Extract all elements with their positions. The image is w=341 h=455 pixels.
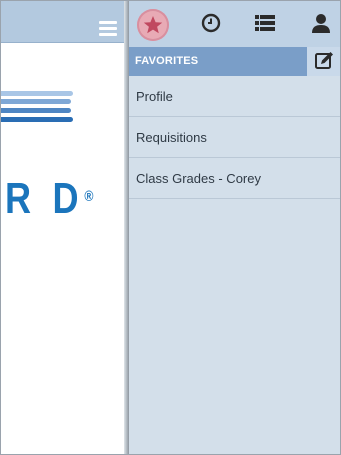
favorites-tab-button[interactable] bbox=[137, 9, 169, 41]
edit-icon bbox=[315, 52, 333, 69]
logo-text: R D® bbox=[5, 174, 94, 223]
list-tab-button[interactable] bbox=[253, 11, 277, 35]
favorites-title: FAVORITES bbox=[135, 55, 199, 67]
clock-icon bbox=[201, 13, 221, 33]
panel-header bbox=[129, 1, 340, 47]
user-tab-button[interactable] bbox=[309, 11, 333, 35]
star-icon bbox=[143, 16, 163, 34]
list-icon bbox=[255, 15, 275, 31]
recent-tab-button[interactable] bbox=[199, 11, 223, 35]
registered-mark: ® bbox=[84, 188, 94, 205]
favorites-section-header: FAVORITES bbox=[129, 47, 340, 76]
favorite-item-label: Profile bbox=[136, 89, 173, 104]
favorite-item-profile[interactable]: Profile bbox=[129, 76, 340, 117]
background-page: R D® bbox=[1, 1, 127, 454]
user-icon bbox=[312, 14, 330, 33]
top-bar bbox=[1, 1, 127, 43]
favorite-item-requisitions[interactable]: Requisitions bbox=[129, 117, 340, 158]
logo-stripes bbox=[1, 91, 73, 127]
favorite-item-class-grades[interactable]: Class Grades - Corey bbox=[129, 158, 340, 199]
favorites-panel: FAVORITES Profile Requisitions Class Gra… bbox=[129, 1, 340, 454]
app-frame: R D® FAVORITES Profile Requisitions Clas… bbox=[0, 0, 341, 455]
edit-favorites-button[interactable] bbox=[306, 47, 340, 76]
favorite-item-label: Requisitions bbox=[136, 130, 207, 145]
hamburger-menu-icon[interactable] bbox=[99, 21, 117, 36]
favorites-list: Profile Requisitions Class Grades - Core… bbox=[129, 76, 340, 199]
favorite-item-label: Class Grades - Corey bbox=[136, 171, 261, 186]
